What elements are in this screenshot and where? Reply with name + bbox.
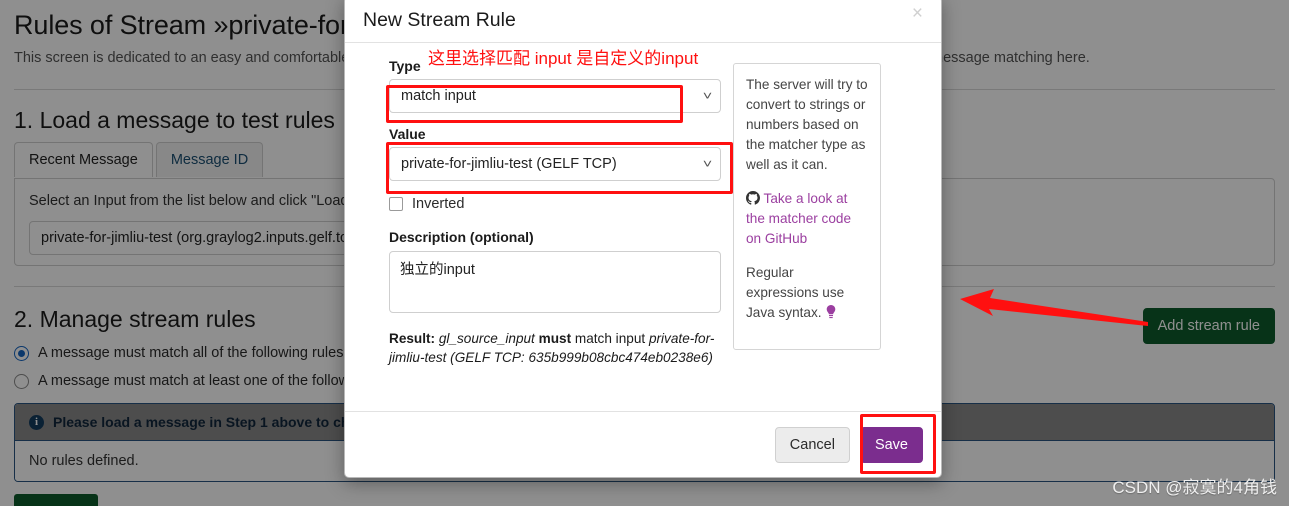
type-label: Type bbox=[389, 58, 421, 74]
lightbulb-icon bbox=[827, 305, 836, 319]
help-paragraph-2: Regular expressions use Java syntax. bbox=[746, 263, 868, 323]
chevron-down-icon: ˅ bbox=[702, 157, 713, 171]
value-label: Value bbox=[389, 126, 426, 142]
help-spacer-1 bbox=[746, 175, 868, 189]
new-stream-rule-modal: New Stream Rule × Type match input ˅ Val… bbox=[344, 0, 942, 478]
result-text: Result: gl_source_input must match input… bbox=[389, 329, 721, 367]
modal-footer: Cancel Save bbox=[345, 411, 941, 477]
modal-header: New Stream Rule × bbox=[345, 0, 941, 43]
type-select-value: match input bbox=[401, 88, 476, 104]
inverted-checkbox-row[interactable]: Inverted bbox=[389, 195, 721, 213]
modal-body: Type match input ˅ Value private-for-jim… bbox=[345, 43, 941, 411]
value-select[interactable]: private-for-jimliu-test (GELF TCP) ˅ bbox=[389, 147, 721, 181]
result-field: gl_source_input bbox=[438, 331, 535, 346]
matcher-code-github-link[interactable]: Take a look at the matcher code on GitHu… bbox=[746, 191, 851, 246]
save-button[interactable]: Save bbox=[859, 426, 923, 463]
screen-root: Rules of Stream »private-for-jimliu-test… bbox=[0, 0, 1289, 506]
modal-title: New Stream Rule bbox=[363, 8, 516, 31]
description-label: Description (optional) bbox=[389, 229, 534, 245]
result-prefix: Result: bbox=[389, 331, 436, 346]
close-icon[interactable]: × bbox=[908, 3, 927, 25]
help-spacer-2 bbox=[746, 249, 868, 263]
matcher-help-panel: The server will try to convert to string… bbox=[733, 63, 881, 350]
help-link-row: Take a look at the matcher code on GitHu… bbox=[746, 189, 868, 249]
rule-form: Type match input ˅ Value private-for-jim… bbox=[389, 57, 721, 401]
result-verb: match input bbox=[574, 331, 646, 346]
github-icon bbox=[746, 191, 760, 205]
description-textarea[interactable] bbox=[389, 251, 721, 313]
result-must: must bbox=[538, 331, 572, 346]
help-paragraph-1: The server will try to convert to string… bbox=[746, 77, 868, 172]
cancel-button[interactable]: Cancel bbox=[774, 426, 850, 463]
chevron-down-icon: ˅ bbox=[702, 89, 713, 103]
type-select[interactable]: match input ˅ bbox=[389, 79, 721, 113]
value-select-value: private-for-jimliu-test (GELF TCP) bbox=[401, 156, 617, 172]
checkbox-icon bbox=[389, 197, 403, 211]
inverted-label: Inverted bbox=[412, 196, 465, 212]
